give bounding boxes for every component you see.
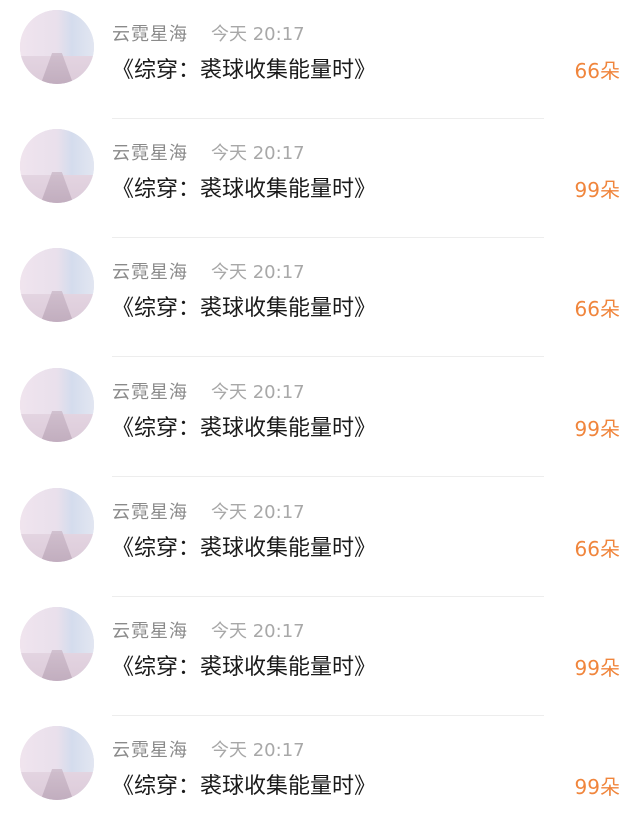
book-title[interactable]: 《综穿：裘球收集能量时》 bbox=[112, 410, 376, 442]
gift-message-list: 云霓星海 今天 20:17 《综穿：裘球收集能量时》 66朵 云霓星海 今天 2… bbox=[0, 0, 640, 823]
book-title[interactable]: 《综穿：裘球收集能量时》 bbox=[112, 52, 376, 84]
book-title[interactable]: 《综穿：裘球收集能量时》 bbox=[112, 290, 376, 322]
avatar[interactable] bbox=[20, 726, 94, 800]
divider bbox=[112, 356, 544, 357]
username[interactable]: 云霓星海 bbox=[112, 617, 188, 643]
list-item[interactable]: 云霓星海 今天 20:17 《综穿：裘球收集能量时》 66朵 bbox=[0, 238, 640, 357]
flower-count: 66朵 bbox=[574, 59, 620, 83]
divider bbox=[112, 476, 544, 477]
avatar[interactable] bbox=[20, 368, 94, 442]
timestamp: 今天 20:17 bbox=[211, 262, 305, 283]
list-item[interactable]: 云霓星海 今天 20:17 《综穿：裘球收集能量时》 99朵 bbox=[0, 716, 640, 835]
username[interactable]: 云霓星海 bbox=[112, 20, 188, 46]
list-item[interactable]: 云霓星海 今天 20:17 《综穿：裘球收集能量时》 99朵 bbox=[0, 119, 640, 238]
timestamp: 今天 20:17 bbox=[211, 24, 305, 45]
timestamp: 今天 20:17 bbox=[211, 143, 305, 164]
timestamp: 今天 20:17 bbox=[211, 621, 305, 642]
avatar[interactable] bbox=[20, 248, 94, 322]
timestamp: 今天 20:17 bbox=[211, 502, 305, 523]
flower-count: 99朵 bbox=[574, 417, 620, 441]
username[interactable]: 云霓星海 bbox=[112, 258, 188, 284]
list-item[interactable]: 云霓星海 今天 20:17 《综穿：裘球收集能量时》 66朵 bbox=[0, 478, 640, 597]
avatar[interactable] bbox=[20, 10, 94, 84]
avatar[interactable] bbox=[20, 488, 94, 562]
list-item[interactable]: 云霓星海 今天 20:17 《综穿：裘球收集能量时》 99朵 bbox=[0, 597, 640, 716]
username[interactable]: 云霓星海 bbox=[112, 736, 188, 762]
username[interactable]: 云霓星海 bbox=[112, 498, 188, 524]
list-item[interactable]: 云霓星海 今天 20:17 《综穿：裘球收集能量时》 99朵 bbox=[0, 358, 640, 477]
flower-count: 99朵 bbox=[574, 656, 620, 680]
timestamp: 今天 20:17 bbox=[211, 382, 305, 403]
flower-count: 99朵 bbox=[574, 178, 620, 202]
flower-count: 66朵 bbox=[574, 297, 620, 321]
book-title[interactable]: 《综穿：裘球收集能量时》 bbox=[112, 649, 376, 681]
timestamp: 今天 20:17 bbox=[211, 740, 305, 761]
list-item[interactable]: 云霓星海 今天 20:17 《综穿：裘球收集能量时》 66朵 bbox=[0, 0, 640, 119]
flower-count: 99朵 bbox=[574, 775, 620, 799]
avatar[interactable] bbox=[20, 129, 94, 203]
username[interactable]: 云霓星海 bbox=[112, 139, 188, 165]
username[interactable]: 云霓星海 bbox=[112, 378, 188, 404]
book-title[interactable]: 《综穿：裘球收集能量时》 bbox=[112, 768, 376, 800]
avatar[interactable] bbox=[20, 607, 94, 681]
book-title[interactable]: 《综穿：裘球收集能量时》 bbox=[112, 171, 376, 203]
flower-count: 66朵 bbox=[574, 537, 620, 561]
book-title[interactable]: 《综穿：裘球收集能量时》 bbox=[112, 530, 376, 562]
